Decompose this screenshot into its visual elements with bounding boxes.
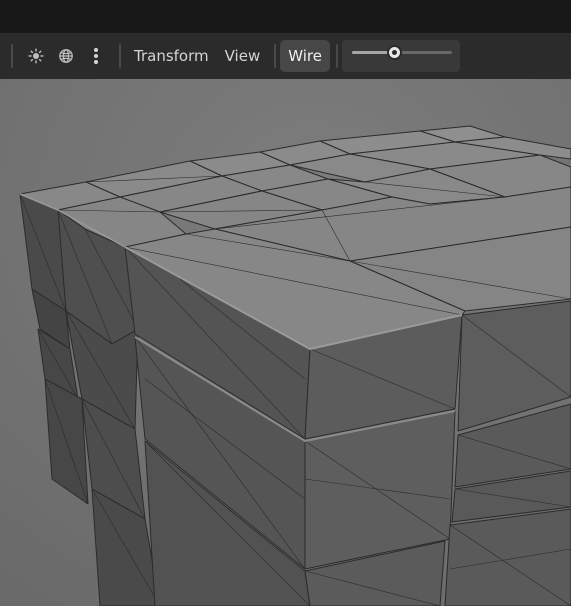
toolbar-separator — [11, 44, 13, 68]
mesh-object-cube[interactable] — [19, 125, 571, 606]
viewport-canvas — [0, 79, 571, 606]
toolbar-separator — [274, 44, 277, 68]
viewport-header-toolbar: Transform View Wire — [0, 33, 571, 79]
slider-thumb[interactable] — [386, 45, 402, 60]
wire-toggle-button[interactable]: Wire — [280, 40, 330, 72]
transform-menu[interactable]: Transform — [126, 43, 217, 69]
sun-icon[interactable] — [23, 43, 49, 69]
toolbar-separator — [119, 44, 121, 68]
title-bar — [0, 0, 571, 33]
wire-opacity-slider[interactable] — [341, 40, 460, 72]
toolbar-separator — [335, 44, 338, 68]
slider-track — [351, 45, 452, 60]
view-menu[interactable]: View — [217, 43, 269, 69]
3d-viewport[interactable] — [0, 79, 571, 606]
globe-icon[interactable] — [53, 43, 79, 69]
more-vertical-icon[interactable] — [83, 43, 109, 69]
modeling-app-window: Transform View Wire — [0, 0, 571, 606]
